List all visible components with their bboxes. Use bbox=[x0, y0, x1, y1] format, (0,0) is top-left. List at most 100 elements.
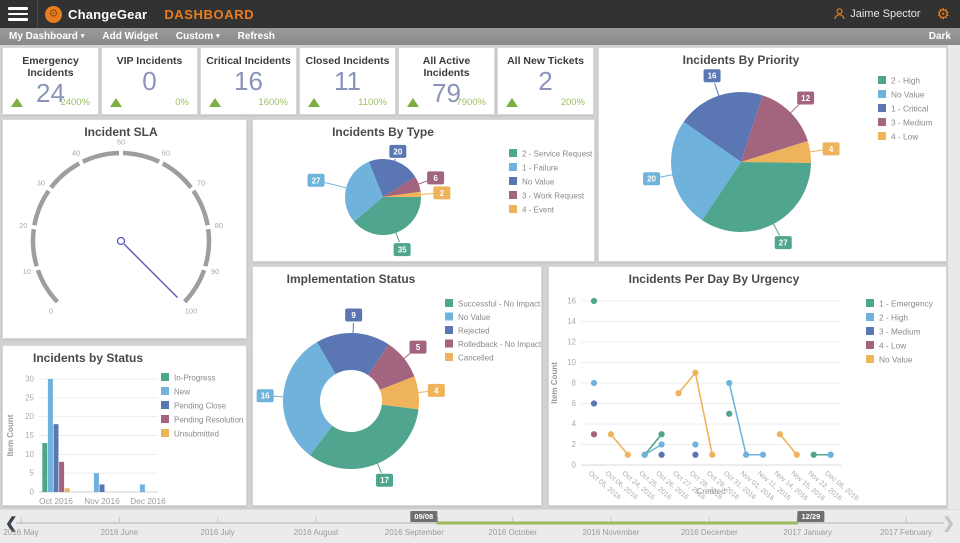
gauge-arc bbox=[185, 270, 204, 302]
range-handle-end[interactable]: 12/29 bbox=[797, 511, 824, 522]
svg-text:17: 17 bbox=[380, 476, 389, 485]
svg-text:20: 20 bbox=[19, 221, 27, 230]
point-2 - High-Dec 06, 2016[interactable] bbox=[828, 452, 834, 458]
gauge-arc bbox=[205, 229, 209, 266]
point-2 - High-Oct 05, 2016[interactable] bbox=[591, 380, 597, 386]
legend-item: 1 - Emergency bbox=[866, 299, 934, 309]
callout-line bbox=[273, 396, 284, 397]
bar-New-Nov 2016[interactable] bbox=[94, 473, 99, 492]
svg-text:100: 100 bbox=[185, 307, 198, 316]
chart-title: Incident SLA bbox=[3, 125, 239, 139]
svg-text:16: 16 bbox=[567, 297, 576, 306]
point-2 - High-Oct 25, 2016[interactable] bbox=[642, 452, 648, 458]
svg-text:Unsubmitted: Unsubmitted bbox=[174, 430, 219, 439]
svg-text:10: 10 bbox=[23, 267, 31, 276]
kpi-card-all-new-tickets[interactable]: All New Tickets 2 200% bbox=[497, 47, 594, 115]
bar-Unsubmitted-Oct 2016[interactable] bbox=[65, 488, 70, 492]
svg-text:2: 2 bbox=[440, 189, 445, 198]
point-1 - Emergency-Nov 22, 2016[interactable] bbox=[811, 452, 817, 458]
kpi-value: 16 bbox=[201, 68, 296, 95]
chart-title: Incidents by Status bbox=[3, 351, 173, 365]
refresh-button[interactable]: Refresh bbox=[238, 31, 275, 42]
point-No Value-Nov 14, 2016[interactable] bbox=[777, 431, 783, 437]
kpi-card-critical-incidents[interactable]: Critical Incidents 16 1600% bbox=[200, 47, 297, 115]
incidents-by-type-chart: 206235272 - Service Request1 - FailureNo… bbox=[253, 138, 594, 261]
kpi-card-all-active-incidents[interactable]: All Active Incidents 79 7900% bbox=[398, 47, 495, 115]
kpi-label: All Active Incidents bbox=[399, 55, 494, 79]
point-2 - High-Nov 01, 2016[interactable] bbox=[743, 452, 749, 458]
svg-text:14: 14 bbox=[567, 317, 576, 326]
svg-text:50: 50 bbox=[117, 138, 125, 147]
gauge-needle bbox=[124, 244, 177, 297]
timeline-month-label: 2016 July bbox=[201, 528, 235, 537]
legend-item: No Value bbox=[445, 313, 491, 323]
legend-item: No Value bbox=[878, 90, 925, 100]
timeline-month-label: 2016 December bbox=[681, 528, 738, 537]
point-3 - Medium-Oct 05, 2016[interactable] bbox=[591, 400, 597, 406]
point-No Value-Oct 27, 2016[interactable] bbox=[675, 390, 681, 396]
timeline-slider[interactable]: 2016 May2016 June2016 July2016 August201… bbox=[0, 510, 960, 543]
bar-Pending Close-Oct 2016[interactable] bbox=[54, 424, 59, 492]
bar-New-Dec 2016[interactable] bbox=[140, 484, 145, 492]
point-No Value-Oct 29, 2016[interactable] bbox=[709, 452, 715, 458]
gauge-arc bbox=[163, 164, 191, 188]
point-1 - Emergency-Oct 31, 2016[interactable] bbox=[726, 411, 732, 417]
point-No Value-Oct 28, 2016[interactable] bbox=[692, 370, 698, 376]
user-menu[interactable]: Jaime Spector bbox=[834, 8, 920, 20]
svg-text:Nov 2016: Nov 2016 bbox=[84, 496, 120, 506]
kpi-label: Emergency Incidents bbox=[3, 55, 98, 79]
svg-text:4 - Low: 4 - Low bbox=[891, 132, 919, 142]
pie-slice-Successful - No Impact[interactable] bbox=[310, 405, 418, 469]
custom-menu[interactable]: Custom ▾ bbox=[176, 31, 220, 42]
point-1 - Emergency-Oct 26, 2016[interactable] bbox=[659, 431, 665, 437]
legend-item: 2 - High bbox=[878, 76, 920, 86]
bar-Pending Close-Nov 2016[interactable] bbox=[100, 484, 105, 492]
legend-item: New bbox=[161, 387, 190, 397]
svg-text:30: 30 bbox=[37, 178, 45, 187]
svg-text:80: 80 bbox=[215, 221, 223, 230]
point-No Value-Oct 24, 2016[interactable] bbox=[625, 452, 631, 458]
dark-theme-toggle[interactable]: Dark bbox=[929, 31, 951, 42]
svg-text:No Value: No Value bbox=[891, 90, 925, 100]
svg-text:3 - Work Request: 3 - Work Request bbox=[522, 192, 585, 201]
svg-text:3 - Medium: 3 - Medium bbox=[891, 118, 933, 128]
add-widget-button[interactable]: Add Widget bbox=[102, 31, 157, 42]
bar-Pending Resolution-Oct 2016[interactable] bbox=[59, 462, 64, 492]
point-2 - High-Oct 26, 2016[interactable] bbox=[659, 441, 665, 447]
callout-line bbox=[420, 193, 434, 194]
kpi-card-closed-incidents[interactable]: Closed Incidents 11 1100% bbox=[299, 47, 396, 115]
legend-item: 4 - Low bbox=[866, 341, 907, 351]
svg-text:12/29: 12/29 bbox=[801, 512, 820, 521]
point-3 - Medium-Oct 26, 2016[interactable] bbox=[659, 452, 665, 458]
point-1 - Emergency-Oct 05, 2016[interactable] bbox=[591, 298, 597, 304]
legend-item: 3 - Work Request bbox=[509, 191, 585, 201]
svg-text:16: 16 bbox=[708, 72, 717, 81]
caret-down-icon: ▾ bbox=[81, 33, 85, 40]
legend-item: 1 - Failure bbox=[509, 163, 559, 173]
dashboard-toolbar: My Dashboard ▾ Add Widget Custom ▾ Refre… bbox=[0, 28, 960, 45]
kpi-card-emergency-incidents[interactable]: Emergency Incidents 24 2400% bbox=[2, 47, 99, 115]
svg-text:5: 5 bbox=[416, 343, 421, 352]
point-2 - High-Oct 31, 2016[interactable] bbox=[726, 380, 732, 386]
my-dashboard-menu[interactable]: My Dashboard ▾ bbox=[9, 31, 84, 42]
point-3 - Medium-Oct 28, 2016[interactable] bbox=[692, 452, 698, 458]
callout-line bbox=[659, 175, 673, 178]
menu-icon[interactable] bbox=[8, 7, 28, 21]
bar-In-Progress-Oct 2016[interactable] bbox=[42, 443, 47, 492]
trend-up-icon bbox=[110, 98, 122, 107]
svg-text:2 - High: 2 - High bbox=[891, 76, 920, 86]
point-No Value-Oct 06, 2016[interactable] bbox=[608, 431, 614, 437]
timeline-month-label: 2016 September bbox=[385, 528, 444, 537]
kpi-card-vip-incidents[interactable]: VIP Incidents 0 0% bbox=[101, 47, 198, 115]
bar-New-Oct 2016[interactable] bbox=[48, 379, 53, 492]
right-gutter bbox=[948, 45, 960, 509]
chart-title: Implementation Status bbox=[253, 272, 449, 286]
settings-gear-icon[interactable]: ⚙ bbox=[937, 5, 950, 23]
timeline-month-label: 2016 May bbox=[3, 528, 38, 537]
point-No Value-Nov 15, 2016[interactable] bbox=[794, 452, 800, 458]
point-2 - High-Oct 28, 2016[interactable] bbox=[692, 441, 698, 447]
range-handle-start[interactable]: 09/08 bbox=[410, 511, 437, 522]
point-4 - Low-Oct 05, 2016[interactable] bbox=[591, 431, 597, 437]
svg-text:1 - Emergency: 1 - Emergency bbox=[879, 299, 934, 309]
point-2 - High-Nov 11, 2016[interactable] bbox=[760, 452, 766, 458]
